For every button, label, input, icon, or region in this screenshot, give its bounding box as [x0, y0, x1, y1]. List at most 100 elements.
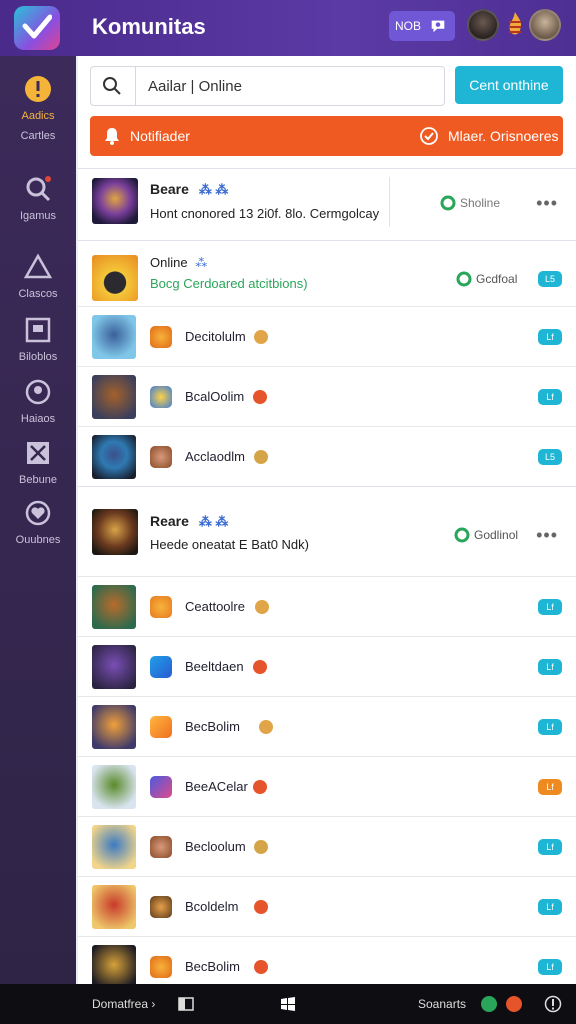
group-thumbnail [92, 178, 138, 224]
search-icon [103, 77, 121, 95]
sidebar-item-clascos[interactable]: Clascos [0, 252, 76, 300]
sidebar-item-haiaos[interactable]: Haiaos [0, 377, 76, 425]
game-icon [150, 326, 172, 348]
row-thumbnail [92, 375, 136, 419]
row-thumbnail [92, 315, 136, 359]
sidebar-item-label: Cartles [20, 130, 56, 142]
window-icon[interactable] [178, 997, 194, 1011]
list-row[interactable]: Acclaodlm L5 [78, 426, 576, 486]
bell-icon [105, 128, 119, 145]
count-badge: Lf [538, 599, 562, 615]
list-row[interactable]: Bcoldelm Lf [78, 876, 576, 936]
flame-icon[interactable] [505, 10, 525, 40]
members-icon: ⁂ ⁂ [198, 514, 229, 529]
cent-online-button[interactable]: Cent onthine [455, 66, 563, 104]
group-thumbnail [92, 255, 138, 301]
more-options-button[interactable]: ••• [536, 193, 558, 214]
reaction-icon [254, 330, 268, 344]
reaction-icon [253, 390, 267, 404]
chat-gear-icon [431, 20, 445, 33]
header-badge[interactable]: NOB [389, 11, 455, 41]
game-icon [150, 386, 172, 408]
search-input[interactable] [135, 67, 445, 105]
group-subtitle: Hont cnonored 13 2i0f. 8lo. Cermgolcay [150, 206, 380, 221]
triangle-icon [23, 253, 53, 279]
notification-bar[interactable]: Notifiader Mlaer. Orisnoeres [90, 116, 563, 156]
status-green-icon[interactable] [481, 996, 497, 1012]
sidebar-item-label: Aadics [21, 110, 55, 122]
list-row[interactable]: BecBolim Lf [78, 696, 576, 756]
count-badge: Lf [538, 719, 562, 735]
avatar-1[interactable] [467, 9, 499, 41]
heart-icon [25, 500, 51, 526]
row-name: Decitolulm [185, 329, 246, 344]
sidebar-item-cartles[interactable]: Cartles [0, 130, 76, 142]
info-icon[interactable] [544, 995, 562, 1013]
status-orange-icon[interactable] [506, 996, 522, 1012]
search-box [90, 66, 445, 106]
sidebar: Aadics Cartles Igamus Clascos Biloblos H… [0, 56, 76, 984]
list-row[interactable]: Ceattoolre Lf [78, 576, 576, 636]
row-thumbnail [92, 435, 136, 479]
row-name: BcalOolim [185, 389, 245, 404]
reaction-icon [254, 960, 268, 974]
reaction-icon [254, 450, 268, 464]
group-card-2[interactable]: Online ⁂ Bocg Cerdoared atcitbions) Gcdf… [78, 240, 576, 306]
group-title: Beare ⁂ ⁂ [150, 181, 229, 197]
sidebar-item-ouubnes[interactable]: Ouubnes [0, 498, 76, 546]
check-logo-icon [22, 14, 52, 39]
sidebar-item-label: Igamus [19, 210, 57, 222]
reaction-icon [255, 600, 269, 614]
row-name: Bcoldelm [185, 899, 239, 914]
row-thumbnail [92, 585, 136, 629]
list-row[interactable]: Beeltdaen Lf [78, 636, 576, 696]
row-thumbnail [92, 705, 136, 749]
badge-icon [25, 379, 51, 405]
sidebar-item-aadics[interactable]: Aadics [0, 74, 76, 122]
app-header: Komunitas NOB [0, 0, 576, 56]
game-icon [150, 596, 172, 618]
notification-label: Notifiader [130, 128, 190, 144]
taskbar-left-label[interactable]: Domatfrea › [92, 997, 155, 1011]
count-badge: Lf [538, 899, 562, 915]
row-name: Acclaodlm [185, 449, 245, 464]
app-logo[interactable] [14, 6, 60, 50]
group-card-1[interactable]: Beare ⁂ ⁂ Hont cnonored 13 2i0f. 8lo. Ce… [78, 168, 576, 240]
list-row[interactable]: Decitolulm Lf [78, 306, 576, 366]
search-button[interactable] [91, 67, 133, 105]
group-title: Reare ⁂ ⁂ [150, 513, 229, 529]
game-icon [150, 446, 172, 468]
online-status-icon [456, 271, 472, 287]
game-icon [150, 896, 172, 918]
sidebar-item-biloblos[interactable]: Biloblos [0, 315, 76, 363]
reaction-icon [253, 660, 267, 674]
row-thumbnail [92, 945, 136, 989]
online-status-icon [454, 527, 470, 543]
group-title: Online ⁂ [150, 255, 208, 270]
count-badge: Lf [538, 839, 562, 855]
game-icon [150, 776, 172, 798]
check-circle-icon [420, 127, 438, 145]
list-row[interactable]: BcalOolim Lf [78, 366, 576, 426]
list-row[interactable]: BeeACelar Lf [78, 756, 576, 816]
app-title: Komunitas [92, 14, 206, 39]
count-badge: L5 [538, 271, 562, 287]
box-icon [25, 317, 51, 343]
sidebar-item-bebune[interactable]: Bebune [0, 438, 76, 486]
sidebar-item-igamus[interactable]: Igamus [0, 174, 76, 222]
row-name: BecBolim [185, 959, 240, 974]
row-thumbnail [92, 645, 136, 689]
game-icon [150, 656, 172, 678]
count-badge: L5 [538, 449, 562, 465]
reaction-icon [254, 840, 268, 854]
sidebar-item-label: Biloblos [18, 351, 58, 363]
more-options-button[interactable]: ••• [536, 525, 558, 546]
list-row[interactable]: Becloolum Lf [78, 816, 576, 876]
taskbar: Domatfrea › Soanarts [0, 984, 576, 1024]
windows-start-icon[interactable] [280, 996, 296, 1012]
alert-icon [25, 76, 51, 102]
game-icon [150, 716, 172, 738]
group-card-3[interactable]: Reare ⁂ ⁂ Heede oneatat E Bat0 Ndk) Godl… [78, 486, 576, 572]
reaction-icon [253, 780, 267, 794]
avatar-2[interactable] [529, 9, 561, 41]
